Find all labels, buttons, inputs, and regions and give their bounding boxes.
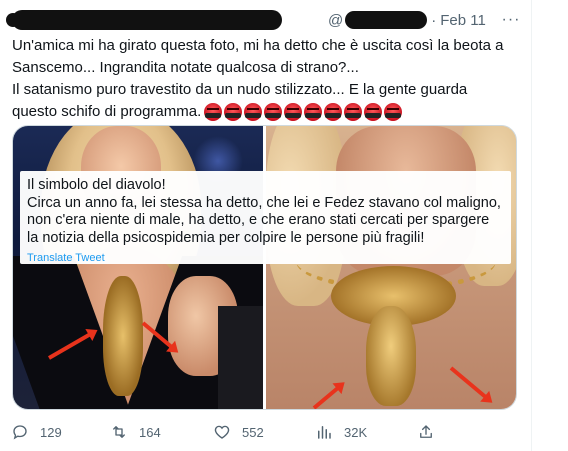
heart-icon <box>212 422 232 442</box>
views-button[interactable]: 32K <box>314 422 367 442</box>
tweet-text-line: Sanscemo... Ingrandita notate qualcosa d… <box>12 59 359 76</box>
tweet-text-line: Un'amica mi ha girato questa foto, mi ha… <box>12 37 504 54</box>
caption-line: la notizia della psicospidemia per colpi… <box>27 229 425 246</box>
photo-pendant-figure <box>366 306 416 406</box>
emoji-row <box>204 103 403 122</box>
image-caption-overlay: Il simbolo del diavolo! Circa un anno fa… <box>20 171 511 264</box>
photo-suit <box>218 306 263 409</box>
share-icon <box>416 422 436 442</box>
handle-at-sign: @ <box>328 11 344 29</box>
angry-face-symbols-icon <box>324 103 343 122</box>
views-count: 32K <box>344 424 368 440</box>
reply-count: 129 <box>40 424 62 440</box>
redacted-display-name[interactable] <box>6 10 282 30</box>
header-separator: · <box>431 11 437 29</box>
angry-face-symbols-icon <box>364 103 383 122</box>
tweet-header: @ · Feb 11 ··· <box>6 8 522 32</box>
tweet-text: Un'amica mi ha girato questa foto, mi ha… <box>12 35 522 123</box>
bar-chart-icon <box>314 422 334 442</box>
angry-face-symbols-icon <box>284 103 303 122</box>
share-button[interactable] <box>416 422 436 442</box>
tweet-date[interactable]: Feb 11 <box>440 12 486 29</box>
caption-line: Il simbolo del diavolo! <box>27 177 166 193</box>
media-photo-left[interactable] <box>13 126 263 409</box>
tweet-media[interactable] <box>12 125 517 410</box>
more-options-icon[interactable]: ··· <box>500 9 522 31</box>
angry-face-symbols-icon <box>204 103 223 122</box>
red-arrow <box>312 383 343 409</box>
translate-tweet-link[interactable]: Translate Tweet <box>27 252 504 264</box>
angry-face-symbols-icon <box>304 103 323 122</box>
retweet-button[interactable]: 164 <box>109 422 161 442</box>
reply-icon <box>10 422 30 442</box>
angry-face-symbols-icon <box>224 103 243 122</box>
photo-pendant <box>103 276 143 396</box>
retweet-icon <box>109 422 129 442</box>
tweet-text-line: Il satanismo puro travestito da un nudo … <box>12 81 468 98</box>
caption-line: non c'era niente di male, ha detto, e ch… <box>27 212 490 228</box>
tweet-card[interactable]: @ · Feb 11 ··· Un'amica mi ha girato que… <box>0 0 532 451</box>
caption-line: Circa un anno fa, lei stessa ha detto, c… <box>27 194 501 211</box>
like-button[interactable]: 552 <box>212 422 264 442</box>
red-arrow <box>449 366 491 402</box>
tweet-text-line: questo schifo di programma. <box>12 103 202 120</box>
angry-face-symbols-icon <box>344 103 363 122</box>
angry-face-symbols-icon <box>384 103 403 122</box>
like-count: 552 <box>242 424 264 440</box>
angry-face-symbols-icon <box>244 103 263 122</box>
redacted-username[interactable] <box>345 11 428 29</box>
tweet-text-line-with-emoji: questo schifo di programma. <box>12 101 522 123</box>
media-photo-right[interactable] <box>266 126 516 409</box>
retweet-count: 164 <box>139 424 161 440</box>
tweet-actions: 129 164 552 32K <box>8 420 528 444</box>
reply-button[interactable]: 129 <box>10 422 62 442</box>
angry-face-symbols-icon <box>264 103 283 122</box>
